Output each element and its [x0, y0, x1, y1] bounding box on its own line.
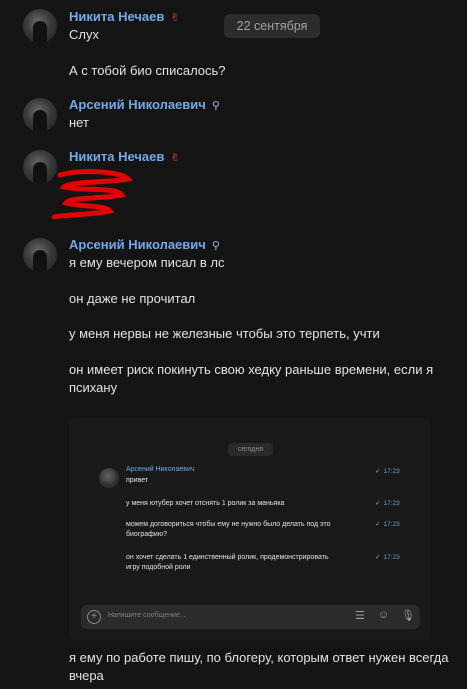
redaction-scribble: [51, 169, 134, 220]
time-text: 17:23: [383, 554, 400, 561]
composer-placeholder: Напишите сообщение...: [108, 612, 186, 619]
message-text: он имеет риск покинуть свою хедку раньше…: [69, 362, 434, 377]
time-text: 17:23: [383, 468, 400, 475]
victory-hand-icon: ✌: [170, 12, 180, 24]
avatar-arseniy[interactable]: [23, 98, 57, 132]
avatar-nikita[interactable]: [23, 9, 57, 43]
message-text: игру подобной роли: [126, 564, 191, 571]
author-name[interactable]: Никита Нечаев ✌: [69, 149, 180, 164]
attached-screenshot[interactable]: сегодня Арсений Николаевич привет ✓ 17:23…: [69, 418, 430, 640]
author-name-text[interactable]: Арсений Николаевич: [69, 97, 206, 112]
victory-hand-icon: ✌: [170, 152, 180, 164]
plus-icon: +: [87, 610, 101, 624]
avatar-arseniy[interactable]: [23, 238, 57, 272]
message-text: у меня нервы не железные чтобы это терпе…: [69, 326, 380, 341]
emoji-icon: ☺: [378, 609, 390, 621]
author-name[interactable]: Арсений Николаевич ⚲: [69, 237, 220, 252]
time-text: 17:23: [383, 521, 400, 528]
message-time: ✓ 17:23: [375, 499, 400, 507]
message-composer: + Напишите сообщение... ☰ ☺ 🎙: [81, 605, 420, 629]
time-text: 17:23: [383, 500, 400, 507]
status-emoji-icon: ⚲: [211, 100, 220, 112]
check-icon: ✓: [375, 554, 381, 561]
message-text: он хочет сделать 1 единственный ролик, п…: [126, 554, 329, 561]
message-text: я ему по работе пишу, по блогеру, которы…: [69, 650, 449, 665]
message-text: я ему вечером писал в лс: [69, 255, 225, 270]
author-name: Арсений Николаевич: [126, 466, 195, 473]
message-time: ✓ 17:23: [375, 520, 400, 528]
message-text: биографию?: [126, 531, 167, 538]
message-text: привет: [126, 477, 149, 484]
message-text: можем договориться чтобы ему не нужно бы…: [126, 521, 331, 528]
message-text: вчера: [69, 668, 104, 683]
message-text: нет: [69, 115, 89, 130]
message-text: Слух: [69, 27, 99, 42]
check-icon: ✓: [375, 468, 381, 475]
message-time: ✓ 17:23: [375, 553, 400, 561]
message-time: ✓ 17:23: [375, 467, 400, 475]
author-name[interactable]: Арсений Николаевич ⚲: [69, 97, 220, 112]
author-name-text[interactable]: Арсений Николаевич: [69, 237, 206, 252]
check-icon: ✓: [375, 500, 381, 507]
author-name-text[interactable]: Никита Нечаев: [69, 9, 164, 24]
list-icon: ☰: [355, 610, 365, 622]
message-text: у меня ютубер хочет отснять 1 ролик за м…: [126, 500, 285, 507]
microphone-icon: 🎙: [401, 610, 415, 622]
date-separator: сегодня: [228, 443, 273, 456]
author-name-text[interactable]: Никита Нечаев: [69, 149, 164, 164]
date-separator: 22 сентября: [224, 14, 320, 38]
author-name[interactable]: Никита Нечаев ✌: [69, 9, 180, 24]
status-emoji-icon: ⚲: [211, 240, 220, 252]
check-icon: ✓: [375, 521, 381, 528]
message-text: психану: [69, 380, 118, 395]
message-text: А с тобой био списалось?: [69, 63, 226, 78]
avatar: [99, 468, 119, 488]
message-text: он даже не прочитал: [69, 291, 196, 306]
